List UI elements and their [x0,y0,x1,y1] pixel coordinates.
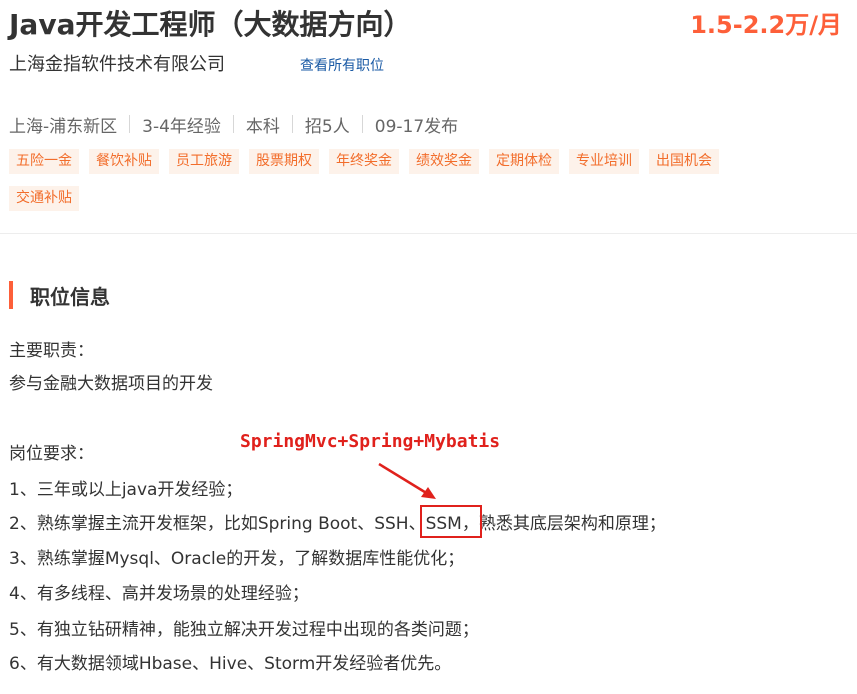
meta-location: 上海-浦东新区 [9,116,118,137]
benefit-tag: 餐饮补贴 [89,149,159,174]
section-accent-bar [9,281,13,309]
benefit-tag: 年终奖金 [329,149,399,174]
requirement-line: 2、熟练掌握主流开发框架，比如Spring Boot、SSH、SSM，熟悉其底层… [9,512,666,536]
requirement-text: 熟悉其底层架构和原理； [478,514,666,534]
benefit-tag: 出国机会 [649,149,719,174]
annotation-label: SpringMvc+Spring+Mybatis [240,431,501,452]
benefit-tag: 专业培训 [569,149,639,174]
requirements-heading: 岗位要求： [9,444,94,464]
requirement-line: 5、有独立钻研精神，能独立解决开发过程中出现的各类问题； [9,620,479,640]
meta-experience: 3-4年经验 [142,116,221,137]
requirement-line: 3、熟练掌握Mysql、Oracle的开发，了解数据库性能优化； [9,549,465,569]
meta-separator [232,115,234,133]
benefit-tag: 交通补贴 [9,186,79,211]
benefit-tag: 绩效奖金 [409,149,479,174]
salary: 1.5-2.2万/月 [690,11,842,39]
meta-separator [291,115,293,133]
company-name[interactable]: 上海金指软件技术有限公司 [9,52,225,78]
requirement-line: 1、三年或以上java开发经验； [9,480,243,500]
meta-separator [129,115,131,133]
requirement-line: 4、有多线程、高并发场景的处理经验； [9,584,309,604]
section-header: 职位信息 [9,280,110,310]
benefit-tags: 五险一金 餐饮补贴 员工旅游 股票期权 年终奖金 绩效奖金 定期体检 专业培训 … [9,149,789,211]
section-divider [0,233,857,234]
meta-published: 09-17发布 [374,116,459,137]
section-title: 职位信息 [30,284,110,309]
annotation-arrow-icon [378,462,436,499]
benefit-tag: 股票期权 [249,149,319,174]
meta-separator [361,115,363,133]
view-all-jobs-link[interactable]: 查看所有职位 [300,55,384,77]
benefit-tag: 五险一金 [9,149,79,174]
duty-line: 参与金融大数据项目的开发 [9,374,213,394]
job-title: Java开发工程师（大数据方向） [9,8,412,41]
requirement-line: 6、有大数据领域Hbase、Hive、Storm开发经验者优先。 [9,654,452,674]
benefit-tag: 定期体检 [489,149,559,174]
meta-headcount: 招5人 [304,116,350,137]
duties-heading: 主要职责： [9,341,94,361]
requirement-text: 2、熟练掌握主流开发框架，比如Spring Boot、SSH、 [9,514,426,534]
highlight-box [420,505,482,538]
job-meta-row: 上海-浦东新区 3-4年经验 本科 招5人 09-17发布 [9,111,458,137]
benefit-tag: 员工旅游 [169,149,239,174]
meta-education: 本科 [245,116,280,137]
